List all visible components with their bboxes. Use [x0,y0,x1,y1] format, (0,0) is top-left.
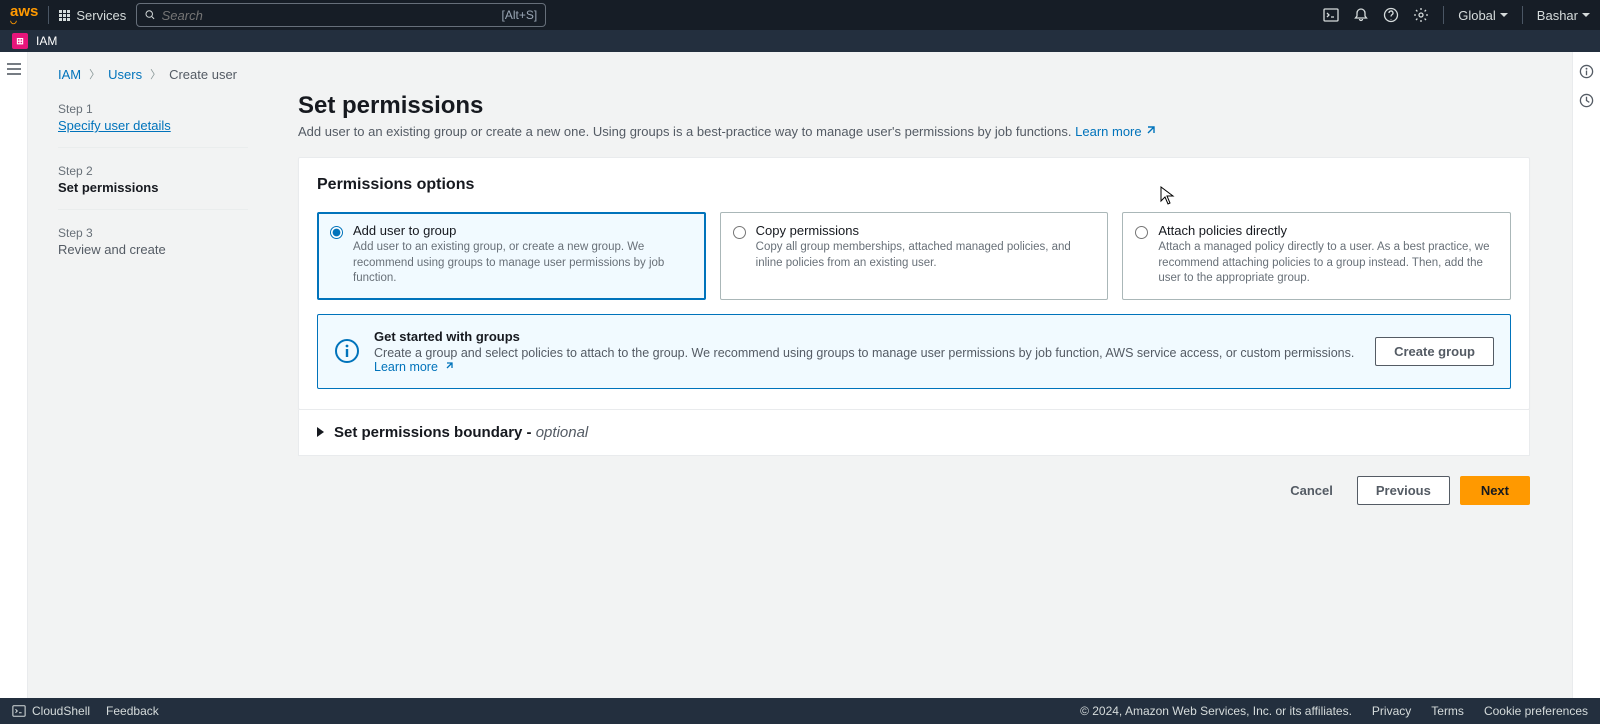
iam-service-icon[interactable]: ⊞ [12,33,28,49]
main-content: IAM 〉 Users 〉 Create user Step 1 Specify… [28,52,1572,698]
region-selector[interactable]: Global [1458,8,1508,23]
aws-logo[interactable]: aws ◡ [10,6,38,24]
create-group-button[interactable]: Create group [1375,337,1494,366]
banner-learn-more-link[interactable]: Learn more [374,360,455,374]
cookie-preferences-link[interactable]: Cookie preferences [1484,704,1588,718]
option-radio[interactable] [733,226,746,239]
banner-title: Get started with groups [374,329,1361,344]
option-title: Attach policies directly [1158,223,1498,238]
learn-more-link[interactable]: Learn more [1075,124,1156,139]
info-icon [334,338,360,364]
page-description: Add user to an existing group or create … [298,124,1530,139]
options-row: Add user to group Add user to an existin… [317,212,1511,300]
sidebar-toggle-rail [0,52,28,698]
global-search[interactable]: [Alt+S] [136,3,546,27]
search-icon [145,9,155,21]
external-link-icon [444,360,455,371]
right-tool-rail [1572,52,1600,698]
expander-title: Set permissions boundary - optional [334,424,588,441]
privacy-link[interactable]: Privacy [1372,704,1411,718]
step-title: Review and create [58,242,248,257]
option-desc: Add user to an existing group, or create… [353,240,693,287]
services-menu[interactable]: Services [59,8,126,23]
previous-button[interactable]: Previous [1357,476,1450,505]
settings-icon[interactable] [1413,7,1429,23]
terms-link[interactable]: Terms [1431,704,1464,718]
search-input[interactable] [162,8,502,23]
option-radio[interactable] [330,226,343,239]
option-attach-policies-directly[interactable]: Attach policies directly Attach a manage… [1122,212,1511,300]
clock-icon[interactable] [1579,93,1594,108]
permissions-boundary-expander[interactable]: Set permissions boundary - optional [298,410,1530,456]
cloudshell-icon [12,704,26,718]
footer: CloudShell Feedback © 2024, Amazon Web S… [0,698,1600,724]
banner-desc: Create a group and select policies to at… [374,346,1361,374]
copyright-text: © 2024, Amazon Web Services, Inc. or its… [1080,704,1352,718]
service-name[interactable]: IAM [36,34,57,48]
cloudshell-icon[interactable] [1323,7,1339,23]
permissions-options-panel: Permissions options Add user to group Ad… [298,157,1530,410]
grid-icon [59,10,70,21]
get-started-banner: Get started with groups Create a group a… [317,314,1511,389]
step-label: Step 1 [58,102,248,116]
breadcrumb-users[interactable]: Users [108,67,142,82]
cancel-button[interactable]: Cancel [1276,477,1347,504]
feedback-link[interactable]: Feedback [106,704,159,718]
option-radio[interactable] [1135,226,1148,239]
service-bar: ⊞ IAM [0,30,1600,52]
help-icon[interactable] [1383,7,1399,23]
breadcrumb: IAM 〉 Users 〉 Create user [28,62,1572,92]
next-button[interactable]: Next [1460,476,1530,505]
services-label: Services [76,8,126,23]
caret-right-icon [317,427,324,437]
panel-heading: Permissions options [317,176,1511,194]
info-panel-icon[interactable] [1579,64,1594,79]
global-nav: aws ◡ Services [Alt+S] Global Bashar [0,0,1600,30]
option-title: Copy permissions [756,223,1096,238]
step-title: Set permissions [58,180,248,195]
option-copy-permissions[interactable]: Copy permissions Copy all group membersh… [720,212,1109,300]
step-title[interactable]: Specify user details [58,118,248,133]
cloudshell-label: CloudShell [32,704,90,718]
user-label: Bashar [1537,8,1578,23]
nav-divider [1443,6,1444,24]
main-column: Set permissions Add user to an existing … [298,92,1530,505]
caret-down-icon [1582,13,1590,17]
account-menu[interactable]: Bashar [1537,8,1590,23]
wizard-actions: Cancel Previous Next [298,476,1530,505]
chevron-right-icon: 〉 [89,66,100,82]
option-title: Add user to group [353,223,693,238]
page-title: Set permissions [298,92,1530,120]
breadcrumb-current: Create user [169,67,237,82]
chevron-right-icon: 〉 [150,66,161,82]
page-description-text: Add user to an existing group or create … [298,124,1072,139]
wizard-nav: Step 1 Specify user details Step 2 Set p… [58,92,248,505]
nav-right: Global Bashar [1323,6,1590,24]
region-label: Global [1458,8,1496,23]
option-desc: Attach a managed policy directly to a us… [1158,240,1498,287]
hamburger-icon[interactable] [6,62,22,76]
search-shortcut: [Alt+S] [502,8,538,22]
option-add-user-to-group[interactable]: Add user to group Add user to an existin… [317,212,706,300]
nav-divider [1522,6,1523,24]
wizard-step-2: Step 2 Set permissions [58,158,248,210]
notifications-icon[interactable] [1353,7,1369,23]
wizard-step-1[interactable]: Step 1 Specify user details [58,96,248,148]
option-desc: Copy all group memberships, attached man… [756,240,1096,271]
caret-down-icon [1500,13,1508,17]
wizard-step-3: Step 3 Review and create [58,220,248,271]
step-label: Step 3 [58,226,248,240]
step-label: Step 2 [58,164,248,178]
cloudshell-button[interactable]: CloudShell [12,704,90,718]
breadcrumb-iam[interactable]: IAM [58,67,81,82]
external-link-icon [1145,124,1157,136]
nav-divider [48,6,49,24]
